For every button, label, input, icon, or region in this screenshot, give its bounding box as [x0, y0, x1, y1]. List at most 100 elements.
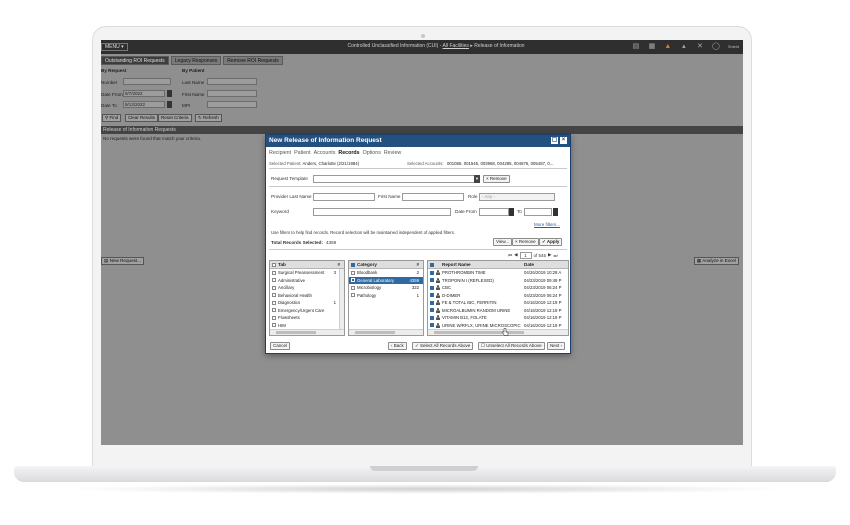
- next-page-icon[interactable]: ▶: [548, 252, 551, 258]
- tab-legacy-responses[interactable]: Legacy Responses: [170, 56, 222, 65]
- last-page-icon[interactable]: ⏭: [554, 253, 558, 258]
- refresh-button[interactable]: ↻ Refresh: [195, 114, 222, 122]
- first-page-icon[interactable]: ⏮: [508, 253, 512, 258]
- table-row[interactable]: VITAMIN B12, FOLATE 04/16/2019 12:19 P: [428, 314, 568, 322]
- category-column-header[interactable]: Category: [357, 261, 377, 268]
- cancel-button[interactable]: Cancel: [270, 342, 291, 350]
- select-all-checkbox[interactable]: [351, 262, 355, 267]
- checkbox[interactable]: [430, 308, 434, 313]
- close-icon[interactable]: ×: [560, 137, 567, 144]
- number-input[interactable]: [123, 78, 171, 85]
- table-row[interactable]: TROPONIN I (REFLEXED) 04/23/2019 09:49 P: [428, 277, 568, 285]
- list-item[interactable]: Surgical Preassessment 3: [270, 269, 344, 277]
- checkbox[interactable]: [351, 285, 355, 290]
- provider-last-name-input[interactable]: [313, 193, 375, 201]
- checkbox[interactable]: [430, 293, 434, 298]
- report-name-column-header[interactable]: Report Name: [442, 261, 471, 268]
- tab-outstanding-requests[interactable]: Outstanding ROI Requests: [101, 56, 169, 65]
- reset-criteria-button[interactable]: Reset Criteria: [158, 114, 192, 122]
- apply-button[interactable]: ✓ Apply: [539, 238, 563, 246]
- list-item[interactable]: Emergency/Urgent Care: [270, 307, 344, 315]
- page-input[interactable]: 1: [519, 251, 532, 259]
- prev-page-icon[interactable]: ◀: [514, 252, 517, 258]
- select-all-checkbox[interactable]: [430, 262, 434, 267]
- list-item[interactable]: Microbiology 322: [349, 284, 423, 292]
- scroll-thumb[interactable]: [355, 331, 395, 334]
- user-label[interactable]: Shield: [728, 44, 739, 49]
- horizontal-scrollbar[interactable]: [428, 329, 568, 335]
- date-from-input[interactable]: 9/7/2022: [123, 90, 165, 97]
- select-all-checkbox[interactable]: [272, 262, 276, 267]
- remove-records-button[interactable]: × Remove: [512, 238, 539, 246]
- checkbox[interactable]: [272, 278, 276, 283]
- step-accounts[interactable]: Accounts: [314, 150, 336, 156]
- date-to-input[interactable]: 9/13/2022: [123, 101, 165, 108]
- table-row[interactable]: URINE W/RFLX, URINE MICROSCOPIC 04/16/201…: [428, 322, 568, 330]
- step-patient[interactable]: Patient: [294, 150, 311, 156]
- first-name-input[interactable]: [207, 90, 257, 97]
- chevron-down-icon[interactable]: ▼: [474, 175, 480, 183]
- checkbox[interactable]: [430, 323, 434, 328]
- modal-date-to-input[interactable]: [524, 208, 552, 216]
- clear-results-button[interactable]: Clear Results: [125, 114, 159, 122]
- list-item[interactable]: Flowsheets: [270, 314, 344, 322]
- maximize-icon[interactable]: ▢: [551, 137, 558, 144]
- new-request-button[interactable]: ▤ New Request...: [101, 257, 145, 265]
- calendar-icon[interactable]: [509, 208, 514, 216]
- checkbox[interactable]: [430, 315, 434, 320]
- help-icon[interactable]: ◯: [712, 42, 720, 51]
- tab-column-header[interactable]: Tab: [278, 261, 286, 268]
- checkbox[interactable]: [272, 293, 276, 298]
- tab-remove-requests[interactable]: Remove ROI Requests: [223, 56, 283, 65]
- checkbox[interactable]: [272, 315, 276, 320]
- checkbox[interactable]: [351, 278, 355, 283]
- vertical-scrollbar[interactable]: [339, 269, 344, 329]
- checkbox[interactable]: [272, 270, 276, 275]
- table-row[interactable]: PROTHROMBIN TIME 04/26/2019 10:28 A: [428, 269, 568, 277]
- tools-icon[interactable]: ✕: [696, 42, 704, 51]
- checkbox[interactable]: [430, 300, 434, 305]
- menu-button[interactable]: MENU ▾: [101, 43, 128, 51]
- unselect-all-records-button[interactable]: ☐ Unselect All Records Above: [478, 342, 545, 350]
- checkbox[interactable]: [272, 323, 276, 328]
- calendar-icon[interactable]: [553, 208, 558, 216]
- table-row[interactable]: D-DIMER 04/23/2019 06:24 P: [428, 292, 568, 300]
- checkbox[interactable]: [430, 285, 434, 290]
- list-item[interactable]: Ancillary: [270, 284, 344, 292]
- list-item[interactable]: Administrative: [270, 277, 344, 285]
- scroll-thumb[interactable]: [276, 331, 316, 334]
- view-button[interactable]: View...: [493, 238, 513, 246]
- checkbox[interactable]: [272, 308, 276, 313]
- step-recipient[interactable]: Recipient: [269, 150, 291, 156]
- report-date-column-header[interactable]: Date: [524, 261, 534, 268]
- table-row[interactable]: CBC 04/23/2019 06:24 P: [428, 284, 568, 292]
- select-all-records-button[interactable]: ✓ Select All Records Above: [412, 342, 474, 350]
- list-item[interactable]: HIM: [270, 322, 344, 330]
- facility-link[interactable]: All Facilities: [443, 43, 469, 49]
- analyze-excel-button[interactable]: ▦ Analyze in Excel: [693, 257, 739, 265]
- calendar-icon[interactable]: [167, 90, 172, 97]
- checkbox[interactable]: [272, 285, 276, 290]
- list-item[interactable]: Behavioral Health: [270, 292, 344, 300]
- provider-first-name-input[interactable]: [402, 193, 464, 201]
- mpi-input[interactable]: [207, 101, 257, 108]
- list-item-selected[interactable]: General Laboratory 4359: [349, 276, 423, 284]
- alert-icon[interactable]: ▲: [664, 42, 672, 51]
- last-name-input[interactable]: [207, 78, 257, 85]
- table-row[interactable]: FE & TOTAL IBC, FERRITIN 04/16/2019 12:19…: [428, 299, 568, 307]
- find-button[interactable]: ⚲ Find: [102, 114, 122, 122]
- list-item[interactable]: Diagnostics 1: [270, 299, 344, 307]
- step-options[interactable]: Options: [363, 150, 381, 156]
- scroll-thumb[interactable]: [434, 331, 524, 334]
- modal-date-from-input[interactable]: [479, 208, 509, 216]
- calendar-icon[interactable]: [167, 101, 172, 108]
- request-template-select[interactable]: [313, 175, 477, 183]
- more-filters-link[interactable]: More filters...: [534, 222, 560, 227]
- list-item[interactable]: Bloodbank 2: [349, 269, 423, 277]
- back-button[interactable]: ‹ Back: [388, 342, 407, 350]
- checkbox[interactable]: [272, 300, 276, 305]
- checkbox[interactable]: [430, 278, 434, 283]
- bell-icon[interactable]: ▴: [680, 42, 688, 51]
- next-button[interactable]: Next ›: [547, 342, 566, 350]
- document-icon[interactable]: ▦: [648, 42, 656, 51]
